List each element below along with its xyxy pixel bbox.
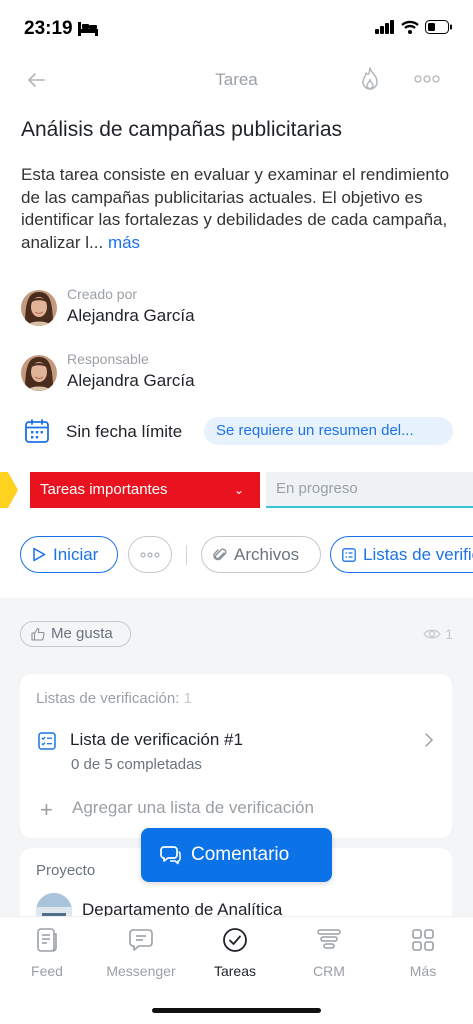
wifi-icon	[401, 20, 419, 34]
checklists-count: 1	[183, 690, 192, 707]
play-icon	[33, 547, 46, 562]
checklists-button[interactable]: Listas de verificación	[330, 536, 473, 573]
files-button-label: Archivos	[234, 545, 300, 564]
tab-crm[interactable]: CRM	[282, 927, 376, 991]
summary-required-chip[interactable]: Se requiere un resumen del...	[204, 417, 453, 445]
creator-avatar	[21, 290, 57, 326]
more-actions-button[interactable]	[128, 536, 172, 573]
status-icons	[375, 20, 453, 34]
checklists-title: Listas de verificación: 1	[36, 690, 192, 707]
like-button[interactable]: Me gusta	[20, 621, 131, 647]
tab-messenger[interactable]: Messenger	[94, 927, 188, 991]
responsible-row[interactable]: Responsable Alejandra García	[21, 351, 451, 397]
page-title: Tarea	[215, 70, 258, 89]
tab-tasks-label: Tareas	[213, 963, 257, 979]
nav-bar: Tarea	[0, 60, 473, 100]
home-indicator	[152, 1008, 321, 1013]
tasks-icon	[223, 928, 247, 952]
calendar-icon	[25, 419, 49, 443]
responsible-role: Responsable	[67, 351, 149, 367]
creator-name: Alejandra García	[67, 306, 195, 325]
tab-more[interactable]: Más	[376, 927, 470, 991]
battery-icon	[425, 20, 452, 34]
flame-icon[interactable]	[358, 66, 382, 92]
signal-icon	[375, 20, 394, 34]
stage-current[interactable]: Tareas importantes ⌄	[30, 472, 260, 508]
stage-selector: Tareas importantes ⌄ En progreso	[0, 472, 473, 508]
bed-icon	[78, 22, 98, 36]
tab-messenger-label: Messenger	[106, 963, 176, 979]
status-bar: 23:19	[0, 0, 473, 56]
tab-feed-label: Feed	[31, 963, 63, 979]
tab-more-label: Más	[409, 963, 437, 979]
status-time: 23:19	[24, 18, 73, 39]
paperclip-icon	[213, 548, 227, 561]
comment-button-label: Comentario	[191, 844, 290, 865]
add-checklist-button[interactable]: Agregar una lista de verificación	[72, 798, 314, 818]
start-button-label: Iniciar	[53, 545, 99, 564]
deadline-row[interactable]: Sin fecha límite Se requiere un resumen …	[24, 416, 464, 448]
checklists-button-label: Listas de verificación	[363, 545, 473, 564]
tab-crm-label: CRM	[313, 963, 345, 979]
files-button[interactable]: Archivos	[201, 536, 321, 573]
task-description-text: Esta tarea consiste en evaluar y examina…	[21, 165, 450, 252]
stage-previous[interactable]	[0, 472, 18, 508]
checklist-item-name[interactable]: Lista de verificación #1	[70, 730, 243, 750]
chevron-right-icon[interactable]	[424, 732, 434, 748]
action-buttons: Iniciar Archivos Listas de verificación	[20, 536, 473, 576]
eye-icon	[423, 629, 441, 639]
task-title: Análisis de campañas publicitarias	[21, 118, 342, 141]
views-count: 1	[445, 626, 453, 642]
more-link[interactable]: más	[108, 233, 140, 252]
stage-current-label: Tareas importantes	[40, 481, 168, 498]
more-options-icon[interactable]	[414, 74, 440, 84]
checklists-title-label: Listas de verificación:	[36, 690, 180, 707]
deadline-text: Sin fecha límite	[66, 422, 183, 441]
views-counter: 1	[423, 626, 453, 642]
comment-bubble-icon	[160, 846, 181, 865]
tab-tasks[interactable]: Tareas	[188, 927, 282, 991]
checklist-item-progress: 0 de 5 completadas	[71, 756, 202, 773]
project-label: Proyecto	[36, 862, 96, 879]
checklist-item-icon	[38, 732, 56, 750]
checklists-card: Listas de verificación: 1 Lista de verif…	[20, 674, 452, 838]
checklist-icon	[342, 548, 356, 562]
task-description: Esta tarea consiste en evaluar y examina…	[21, 164, 461, 254]
plus-icon: +	[40, 797, 53, 822]
feed-icon	[37, 928, 57, 952]
start-button[interactable]: Iniciar	[20, 536, 118, 573]
creator-row[interactable]: Creado por Alejandra García	[21, 286, 451, 332]
tab-feed[interactable]: Feed	[0, 927, 94, 991]
like-button-label: Me gusta	[51, 625, 113, 642]
messenger-icon	[129, 929, 153, 951]
stage-next[interactable]: En progreso	[266, 472, 473, 508]
responsible-name: Alejandra García	[67, 371, 195, 390]
comment-button[interactable]: Comentario	[141, 828, 332, 882]
more-dots-icon	[140, 552, 160, 558]
creator-role: Creado por	[67, 286, 138, 302]
stage-next-label: En progreso	[276, 480, 358, 497]
responsible-avatar	[21, 355, 57, 391]
grid-icon	[412, 929, 434, 951]
chevron-down-icon: ⌄	[233, 483, 244, 497]
crm-icon	[317, 929, 341, 949]
thumbs-up-icon	[31, 627, 45, 641]
actions-divider	[186, 545, 187, 565]
